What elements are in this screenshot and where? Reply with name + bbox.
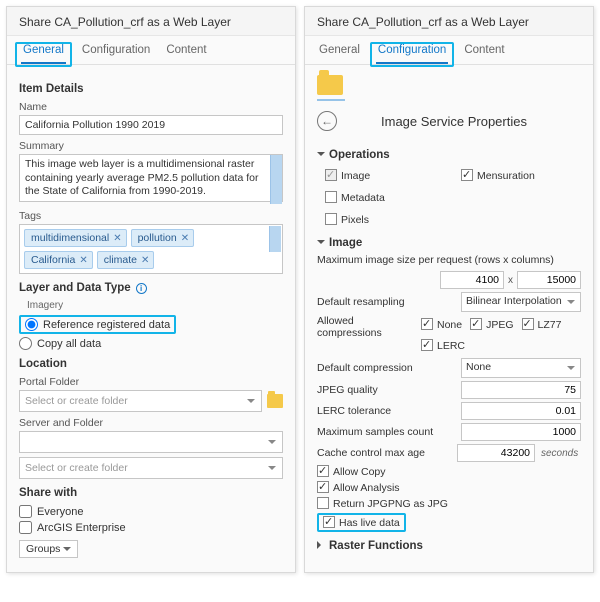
tab-configuration[interactable]: Configuration xyxy=(80,42,152,64)
return-jpgpng-checkbox[interactable] xyxy=(317,497,329,509)
has-live-data-checkbox[interactable] xyxy=(323,516,335,528)
default-compression-select[interactable]: None xyxy=(461,358,581,378)
copy-label: Copy all data xyxy=(37,338,101,350)
tab-general[interactable]: General xyxy=(317,42,362,64)
server-folder-select[interactable]: Select or create folder xyxy=(19,457,283,479)
pane-title: Share CA_Pollution_crf as a Web Layer xyxy=(305,7,593,36)
groups-button[interactable]: Groups xyxy=(19,540,78,558)
jpeg-quality-input[interactable] xyxy=(461,381,581,399)
right-body: Operations Image Mensuration Metadata Pi… xyxy=(305,141,593,571)
mensuration-checkbox[interactable] xyxy=(461,169,473,181)
isp-title: Image Service Properties xyxy=(347,114,581,129)
portal-folder-label: Portal Folder xyxy=(19,376,283,388)
left-pane: Share CA_Pollution_crf as a Web Layer Ge… xyxy=(6,6,296,573)
lerc-tolerance-input[interactable] xyxy=(461,402,581,420)
allow-analysis-checkbox[interactable] xyxy=(317,481,329,493)
cache-age-input[interactable] xyxy=(457,444,535,462)
scrollbar-icon[interactable] xyxy=(270,155,282,204)
imagery-label: Imagery xyxy=(27,300,283,311)
tab-general[interactable]: General xyxy=(21,42,66,64)
info-icon[interactable]: i xyxy=(136,283,147,294)
folder-underline xyxy=(317,99,345,101)
chevron-down-icon xyxy=(63,547,71,555)
summary-label: Summary xyxy=(19,140,283,152)
back-icon[interactable]: ← xyxy=(317,111,337,131)
right-pane: Share CA_Pollution_crf as a Web Layer Ge… xyxy=(304,6,594,573)
raster-functions-heading[interactable]: Raster Functions xyxy=(317,540,581,552)
location-heading: Location xyxy=(19,358,283,370)
tag-remove-icon[interactable]: ✕ xyxy=(141,255,149,266)
tag-item: California✕ xyxy=(24,251,93,269)
tab-content[interactable]: Content xyxy=(462,42,506,64)
tag-item: climate✕ xyxy=(97,251,155,269)
comp-lz77-checkbox[interactable] xyxy=(522,318,534,330)
rows-input[interactable] xyxy=(440,271,504,289)
tab-configuration[interactable]: Configuration xyxy=(376,42,448,64)
comp-none-checkbox[interactable] xyxy=(421,318,433,330)
everyone-checkbox[interactable] xyxy=(19,505,32,518)
image-heading[interactable]: Image xyxy=(317,237,581,249)
server-folder-label: Server and Folder xyxy=(19,417,283,429)
item-details-heading: Item Details xyxy=(19,83,283,95)
allow-copy-checkbox[interactable] xyxy=(317,465,329,477)
resampling-select[interactable]: Bilinear Interpolation xyxy=(461,292,581,312)
left-body: Item Details Name Summary This image web… xyxy=(7,65,295,572)
max-samples-input[interactable] xyxy=(461,423,581,441)
tags-box[interactable]: multidimensional✕ pollution✕ California✕… xyxy=(19,224,283,274)
scrollbar-icon[interactable] xyxy=(269,226,281,252)
share-heading: Share with xyxy=(19,487,283,499)
tag-remove-icon[interactable]: ✕ xyxy=(79,255,87,266)
pixels-checkbox[interactable] xyxy=(325,213,337,225)
operations-heading[interactable]: Operations xyxy=(317,149,581,161)
tag-item: multidimensional✕ xyxy=(24,229,127,247)
cols-input[interactable] xyxy=(517,271,581,289)
tag-remove-icon[interactable]: ✕ xyxy=(113,233,121,244)
folder-icon[interactable] xyxy=(317,75,343,95)
name-label: Name xyxy=(19,101,283,113)
comp-jpeg-checkbox[interactable] xyxy=(470,318,482,330)
x-label: x xyxy=(508,275,513,286)
folder-icon[interactable] xyxy=(267,394,283,408)
tag-item: pollution✕ xyxy=(131,229,195,247)
name-input[interactable] xyxy=(19,115,283,135)
layer-heading: Layer and Data Type i xyxy=(19,282,283,294)
summary-textarea[interactable]: This image web layer is a multidimension… xyxy=(19,154,283,202)
metadata-checkbox[interactable] xyxy=(325,191,337,203)
max-size-label: Maximum image size per request (rows x c… xyxy=(317,254,581,266)
tag-remove-icon[interactable]: ✕ xyxy=(181,233,189,244)
portal-folder-select[interactable]: Select or create folder xyxy=(19,390,262,412)
enterprise-checkbox[interactable] xyxy=(19,521,32,534)
comp-lerc-checkbox[interactable] xyxy=(421,339,433,351)
tab-content[interactable]: Content xyxy=(164,42,208,64)
reference-radio[interactable] xyxy=(25,318,38,331)
tags-label: Tags xyxy=(19,210,283,222)
image-checkbox xyxy=(325,169,337,181)
reference-label: Reference registered data xyxy=(43,319,170,331)
pane-title: Share CA_Pollution_crf as a Web Layer xyxy=(7,7,295,36)
tabs: General Configuration Content xyxy=(305,36,593,65)
copy-radio[interactable] xyxy=(19,337,32,350)
server-select[interactable] xyxy=(19,431,283,453)
tabs: General Configuration Content xyxy=(7,36,295,65)
